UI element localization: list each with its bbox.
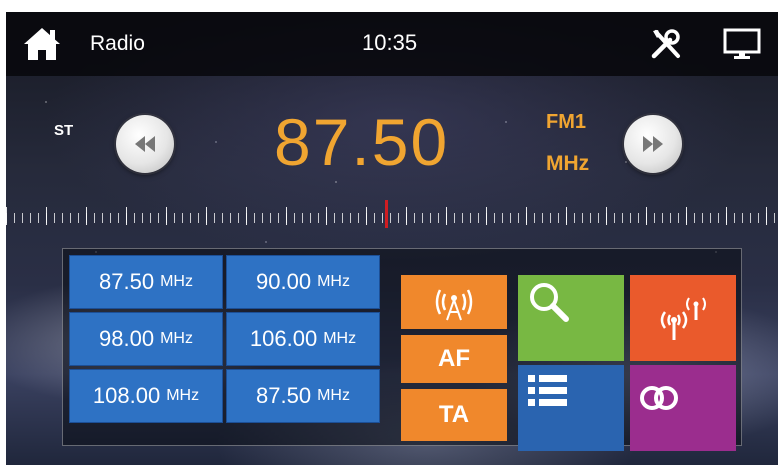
preset-button-6[interactable]: 87.50 MHz	[226, 369, 380, 423]
rewind-icon	[135, 136, 155, 152]
preset-value: 87.50	[256, 383, 312, 408]
af-button[interactable]: AF	[401, 335, 507, 383]
preset-value: 108.00	[92, 383, 161, 408]
frequency-display: 87.50	[274, 105, 450, 179]
search-button[interactable]	[518, 275, 624, 361]
page-title: Radio	[90, 32, 145, 55]
radio-screen: Radio 10:35 ST 87.50 FM1 MHz 87.50 MHz 9…	[6, 12, 778, 465]
tuning-needle[interactable]	[385, 200, 388, 228]
stereo-rings-icon	[640, 386, 678, 410]
stereo-indicator: ST	[54, 122, 74, 139]
fast-forward-icon	[643, 136, 663, 152]
antenna-button[interactable]	[401, 275, 507, 329]
list-button[interactable]	[518, 365, 624, 451]
display-icon[interactable]	[722, 26, 762, 62]
preset-unit: MHz	[323, 330, 357, 347]
tools-icon[interactable]	[648, 26, 684, 62]
preset-button-2[interactable]: 90.00 MHz	[226, 255, 380, 309]
search-icon	[530, 283, 569, 322]
preset-button-1[interactable]: 87.50 MHz	[69, 255, 223, 309]
preset-unit: MHz	[160, 273, 193, 290]
preset-unit: MHz	[317, 273, 350, 290]
clock: 10:35	[362, 30, 418, 55]
top-bar: Radio 10:35	[6, 12, 778, 76]
preset-button-3[interactable]: 98.00 MHz	[69, 312, 223, 366]
preset-value: 106.00	[249, 326, 318, 351]
preset-unit: MHz	[166, 387, 200, 404]
preset-value: 98.00	[99, 326, 155, 351]
preset-unit: MHz	[160, 330, 193, 347]
ta-button[interactable]: TA	[401, 389, 507, 441]
unit-label: MHz	[546, 152, 590, 175]
preset-value: 87.50	[99, 269, 155, 294]
af-label: AF	[438, 345, 470, 372]
tuning-dial[interactable]	[6, 205, 778, 227]
seek-back-button[interactable]	[116, 115, 174, 173]
antenna-icon	[435, 289, 473, 321]
seek-forward-button[interactable]	[624, 115, 682, 173]
preset-button-4[interactable]: 106.00 MHz	[226, 312, 380, 366]
stereo-mode-button[interactable]	[630, 365, 736, 451]
list-icon	[528, 375, 567, 406]
home-icon[interactable]	[22, 24, 62, 64]
ta-label: TA	[438, 401, 470, 428]
preset-unit: MHz	[317, 387, 350, 404]
signal-button[interactable]	[630, 275, 736, 361]
preset-panel: 87.50 MHz 90.00 MHz 98.00 MHz 106.00 MHz…	[62, 248, 742, 451]
band-label: FM1	[546, 111, 586, 133]
preset-value: 90.00	[256, 269, 312, 294]
signal-tower-icon	[660, 297, 706, 340]
preset-button-5[interactable]: 108.00 MHz	[69, 369, 223, 423]
